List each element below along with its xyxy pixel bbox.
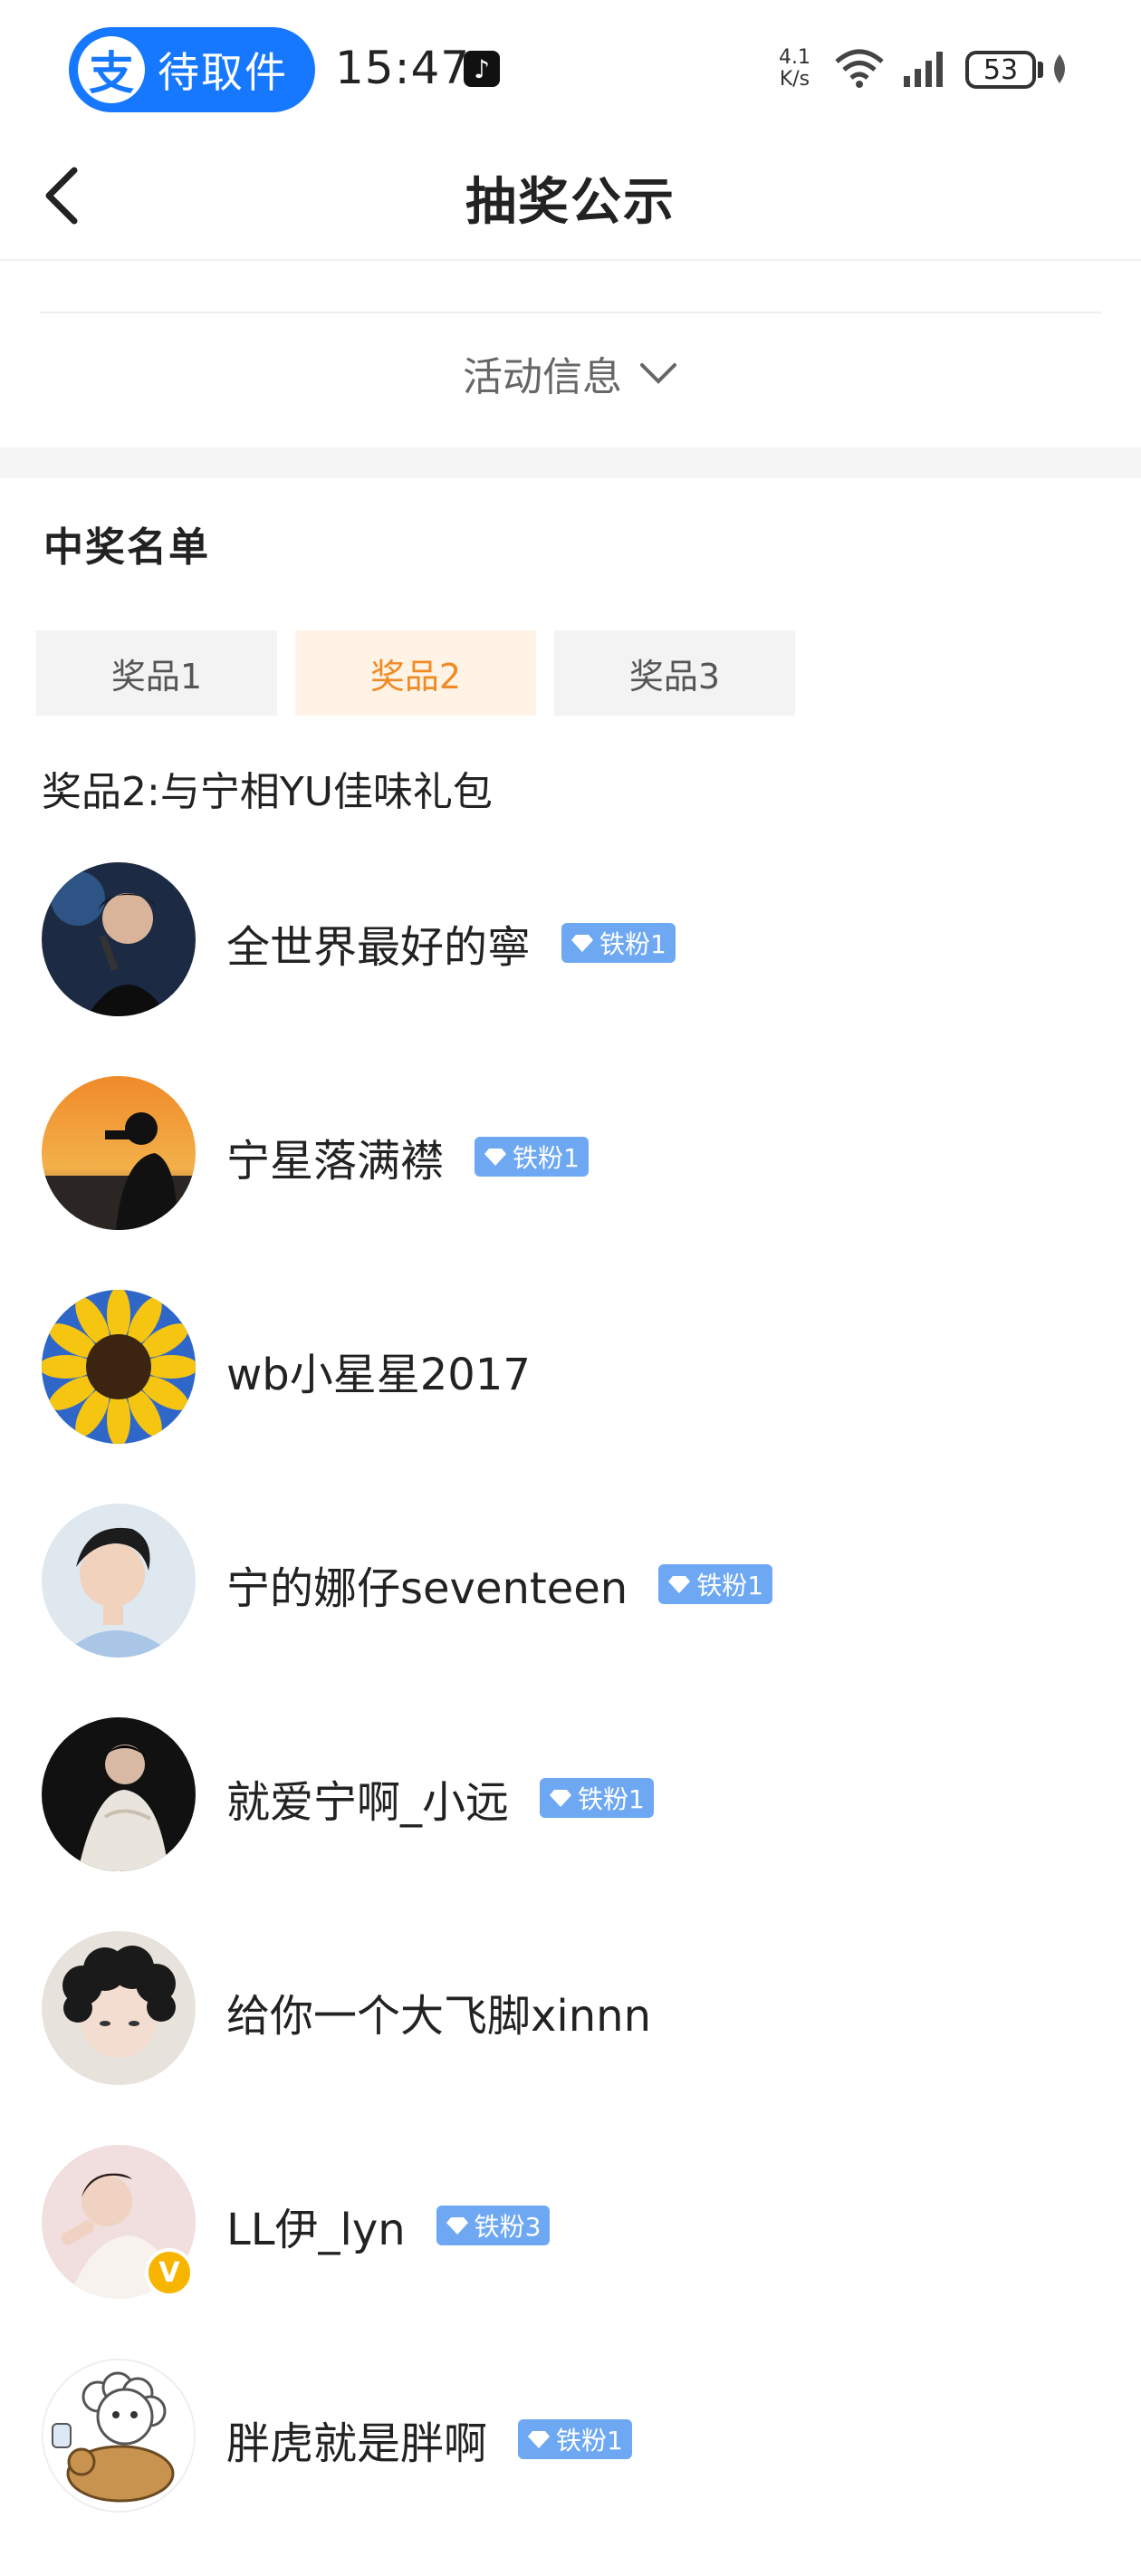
diamond-icon [484,1149,507,1166]
user-name[interactable]: 胖虎就是胖啊 [226,2408,487,2471]
section-separator [0,447,1141,478]
avatar[interactable] [42,1717,196,1871]
battery-icon: 53 [965,51,1036,89]
avatar[interactable] [42,2359,196,2513]
list-item[interactable]: 宁星落满襟 铁粉1 [0,1065,1141,1279]
avatar[interactable] [42,1076,196,1230]
tab-prize-1[interactable]: 奖品1 [36,630,277,716]
list-item[interactable]: V LL伊_lyn 铁粉3 [0,2134,1141,2348]
user-name[interactable]: wb小星星2017 [226,1339,531,1402]
battery-level: 53 [983,53,1019,86]
network-speed-value: 4.1 [779,46,810,69]
list-item[interactable]: 给你一个大飞脚xinnn [0,1920,1141,2134]
clock: 15:47 [335,42,471,94]
fan-badge: 铁粉3 [436,2206,551,2245]
tiktok-icon: ♪ [464,51,500,87]
signal-icon [904,52,943,87]
diamond-icon [550,1790,572,1807]
fan-badge: 铁粉1 [561,923,676,963]
avatar[interactable] [42,1504,196,1658]
network-speed-unit: K/s [779,68,810,91]
fan-level: 铁粉1 [578,1784,645,1814]
diamond-icon [446,2217,468,2235]
activity-info-toggle[interactable]: 活动信息 [0,344,1141,402]
fan-level: 铁粉1 [513,1143,580,1173]
diamond-icon [571,935,594,952]
activity-info-label: 活动信息 [463,354,622,400]
user-name[interactable]: 宁的娜仔seventeen [226,1552,628,1616]
prize-tabs: 奖品1 奖品2 奖品3 [36,630,795,716]
user-name[interactable]: LL伊_lyn [226,2194,406,2257]
avatar[interactable] [42,862,196,1016]
list-item[interactable]: 胖虎就是胖啊 铁粉1 [0,2348,1141,2562]
fan-level: 铁粉1 [556,2426,623,2456]
nav-divider [0,259,1141,261]
pickup-label: 待取件 [158,48,288,97]
fan-badge: 铁粉1 [540,1778,654,1818]
status-bar: 支 待取件 15:47 ♪ 4.1 K/s 53 [0,0,1141,136]
diamond-icon [528,2431,551,2448]
list-item[interactable]: 就爱宁啊_小远 铁粉1 [0,1706,1141,1920]
fan-badge: 铁粉1 [518,2419,632,2459]
eco-leaf-icon [1054,54,1065,83]
wifi-icon [835,49,884,88]
page-title: 抽奖公示 [465,173,676,232]
avatar[interactable] [42,1931,196,2085]
fan-badge: 铁粉1 [475,1137,589,1177]
fan-level: 铁粉3 [474,2212,542,2242]
tab-prize-2[interactable]: 奖品2 [295,630,536,716]
nav-bar: 抽奖公示 [0,136,1141,254]
list-item[interactable]: 全世界最好的寧 铁粉1 [0,851,1141,1065]
user-name[interactable]: 宁星落满襟 [226,1125,444,1188]
fan-level: 铁粉1 [696,1571,764,1600]
content-divider [40,312,1101,313]
list-item[interactable]: 宁的娜仔seventeen 铁粉1 [0,1493,1141,1706]
battery-tip [1038,62,1043,78]
tab-prize-3[interactable]: 奖品3 [554,630,795,716]
winners-section-title: 中奖名单 [43,524,210,571]
avatar[interactable] [42,1290,196,1444]
diamond-icon [668,1576,691,1593]
chevron-down-icon [640,363,676,384]
prize-description: 奖品2:与宁相YU佳味礼包 [42,769,493,815]
network-speed: 4.1 K/s [779,47,810,91]
user-name[interactable]: 给你一个大飞脚xinnn [226,1980,651,2043]
fan-badge: 铁粉1 [658,1564,773,1604]
fan-level: 铁粉1 [599,929,666,959]
user-name[interactable]: 全世界最好的寧 [226,911,531,975]
list-item[interactable]: wb小星星2017 [0,1279,1141,1493]
user-name[interactable]: 就爱宁啊_小远 [226,1766,509,1830]
verified-badge: V [145,2248,194,2297]
alipay-icon: 支 [78,36,145,103]
alipay-pickup-pill[interactable]: 支 待取件 [69,27,315,112]
